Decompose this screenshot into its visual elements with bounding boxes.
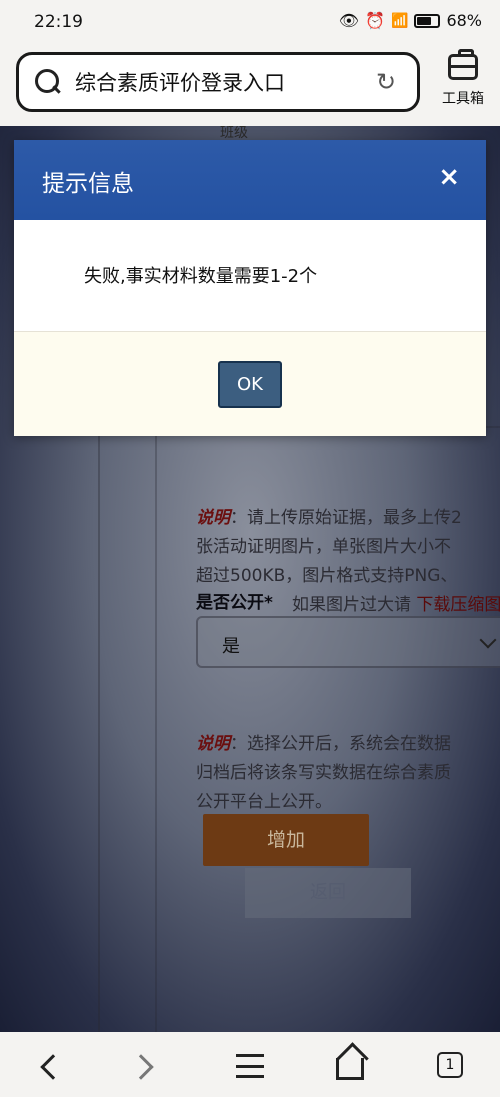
public-select-value: 是 (222, 636, 240, 657)
back-nav-button[interactable] (30, 1050, 70, 1082)
status-time: 22:19 (34, 12, 83, 32)
toolbox-icon (448, 49, 478, 80)
address-text[interactable]: 综合素质评价登录入口 (75, 67, 373, 97)
status-bar: 22:19 👁 ⏰ 📶 68% (0, 0, 500, 44)
battery-icon (414, 13, 441, 28)
menu-button[interactable] (230, 1050, 270, 1082)
alert-dialog: 提示信息 × 失败,事实材料数量需要1-2个 OK (14, 140, 486, 436)
eye-icon: 👁 (338, 11, 360, 30)
home-icon (336, 1058, 364, 1080)
bottom-nav: 1 (0, 1032, 500, 1097)
public-select[interactable]: 是 (196, 616, 500, 668)
address-bar[interactable]: 综合素质评价登录入口 ↻ (16, 52, 420, 112)
back-button[interactable]: 返回 (245, 868, 411, 918)
toolbox-button[interactable]: 工具箱 (432, 49, 494, 108)
browser-bar: 综合素质评价登录入口 ↻ 工具箱 (0, 44, 500, 126)
tabs-button[interactable]: 1 (430, 1050, 470, 1082)
home-button[interactable] (330, 1050, 370, 1082)
dialog-body: 失败,事实材料数量需要1-2个 (14, 220, 486, 332)
dialog-header: 提示信息 × (14, 140, 486, 220)
dialog-message: 失败,事实材料数量需要1-2个 (84, 266, 318, 287)
wifi-icon: 📶 (391, 12, 409, 29)
menu-icon (236, 1054, 264, 1078)
toolbox-label: 工具箱 (442, 91, 484, 107)
note-lead: 说明 (196, 508, 230, 528)
add-button[interactable]: 增加 (203, 814, 369, 866)
dialog-title: 提示信息 (42, 171, 134, 197)
reload-icon[interactable]: ↻ (373, 69, 399, 95)
public-label: 是否公开* (196, 593, 273, 613)
chevron-down-icon (479, 631, 497, 649)
battery-percent: 68% (446, 11, 482, 30)
search-icon (35, 69, 61, 95)
chevron-left-icon (40, 1054, 66, 1080)
status-icons: 👁 ⏰ 📶 68% (339, 11, 482, 30)
public-note: 说明：选择公开后，系统会在数据 归档后将该条写实数据在综合素质 公开平台上公开。 (196, 734, 451, 812)
ok-button[interactable]: OK (218, 361, 282, 408)
alarm-icon: ⏰ (365, 11, 385, 30)
tab-count: 1 (437, 1052, 463, 1078)
close-icon[interactable]: × (438, 162, 460, 192)
forward-nav-button[interactable] (128, 1050, 170, 1082)
download-compress-link[interactable]: 下载压缩图 (416, 595, 500, 615)
note-lead: 说明 (196, 734, 230, 754)
chevron-right-icon (128, 1054, 154, 1080)
